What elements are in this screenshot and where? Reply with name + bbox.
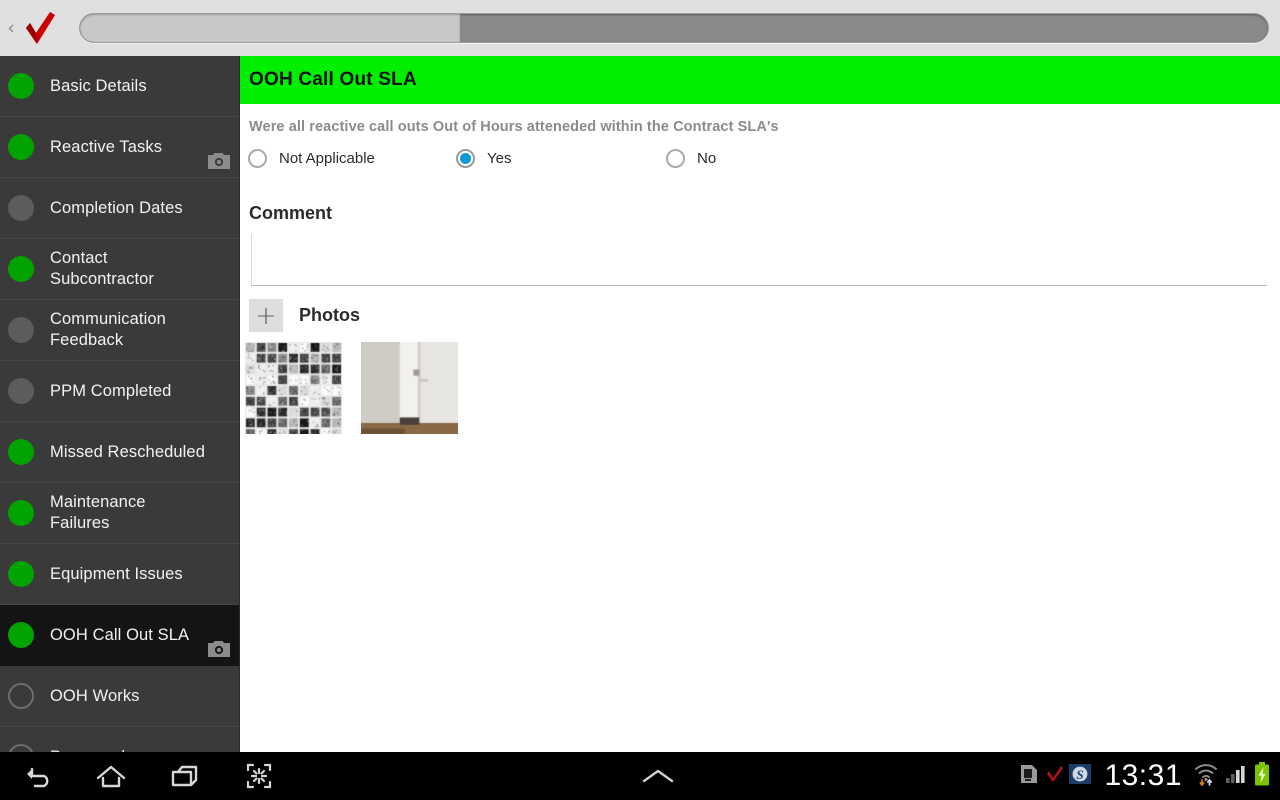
status-dot-green xyxy=(8,622,34,648)
sidebar-item-label: OOH Call Out SLA xyxy=(50,625,190,644)
question-text: Were all reactive call outs Out of Hours… xyxy=(249,119,779,135)
status-dot-green xyxy=(8,256,34,282)
s-app-notification-icon: S xyxy=(1069,763,1092,790)
status-dot-hollow xyxy=(8,683,34,709)
radio-circle-icon[interactable] xyxy=(248,149,267,168)
sidebar-item-label: Contact Subcontractor xyxy=(50,249,155,288)
status-dot-green xyxy=(8,134,34,160)
sidebar-item-label: Completion Dates xyxy=(50,198,183,217)
sidebar-item-basic-details[interactable]: Basic Details xyxy=(0,56,239,117)
svg-text:S: S xyxy=(1077,767,1084,782)
sidebar-item-label: Equipment Issues xyxy=(50,564,183,583)
status-dot-gray xyxy=(8,378,34,404)
sidebar-item-label: Basic Details xyxy=(50,76,147,95)
radio-option-label: Not Applicable xyxy=(279,150,375,167)
wifi-icon xyxy=(1193,761,1219,792)
status-dot-green xyxy=(8,500,34,526)
status-dot-gray xyxy=(8,195,34,221)
recent-apps-button[interactable] xyxy=(148,752,222,800)
photo-thumbnail-list[interactable] xyxy=(245,342,1280,434)
expand-button[interactable] xyxy=(621,763,695,789)
status-dot-green xyxy=(8,561,34,587)
mosaic-tile-wall-photo[interactable] xyxy=(245,342,342,434)
sidebar-item-label: OOH Works xyxy=(50,686,140,705)
sd-card-icon xyxy=(1019,763,1039,790)
radio-option-no[interactable]: No xyxy=(666,149,716,168)
progress-bar-fill xyxy=(80,14,461,42)
section-header-bar: OOH Call Out SLA xyxy=(240,56,1280,104)
sidebar-item-communication-feedback[interactable]: Communication Feedback xyxy=(0,300,239,361)
answer-radio-group[interactable]: Not Applicable Yes No xyxy=(240,149,1280,179)
comment-input[interactable] xyxy=(251,234,1267,286)
sidebar-item-label: Reactive Tasks xyxy=(50,137,163,156)
sidebar-item-paperwork[interactable]: Paperwork xyxy=(0,727,239,752)
page-title: OOH Call Out SLA xyxy=(249,69,417,90)
radio-option-yes[interactable]: Yes xyxy=(456,149,511,168)
status-dot-green xyxy=(8,439,34,465)
cellular-signal-icon xyxy=(1224,762,1248,791)
status-dot-hollow xyxy=(8,744,34,752)
radio-option-label: Yes xyxy=(487,150,512,167)
progress-bar xyxy=(79,13,1269,43)
red-checkmark-logo[interactable] xyxy=(17,6,61,50)
radio-circle-icon[interactable] xyxy=(456,149,475,168)
radio-option-not-applicable[interactable]: Not Applicable xyxy=(248,149,375,168)
white-door-interior-photo[interactable] xyxy=(361,342,458,434)
photos-header: + Photos xyxy=(249,299,1280,332)
red-check-notification-icon xyxy=(1044,763,1064,790)
main-content-pane: OOH Call Out SLA Were all reactive call … xyxy=(240,56,1280,752)
sidebar-item-completion-dates[interactable]: Completion Dates xyxy=(0,178,239,239)
comment-label: Comment xyxy=(249,203,333,223)
status-icon-tray: S 13:31 xyxy=(1019,759,1280,793)
sidebar-item-missed-rescheduled[interactable]: Missed Rescheduled xyxy=(0,422,239,483)
radio-selected-dot xyxy=(460,153,471,164)
radio-option-label: No xyxy=(697,150,717,167)
sidebar-item-ooh-call-out-sla[interactable]: OOH Call Out SLA xyxy=(0,605,239,666)
camera-icon xyxy=(208,152,230,169)
photos-label: Photos xyxy=(299,305,360,325)
sidebar-item-ooh-works[interactable]: OOH Works xyxy=(0,666,239,727)
sidebar-item-reactive-tasks[interactable]: Reactive Tasks xyxy=(0,117,239,178)
status-dot-green xyxy=(8,73,34,99)
sidebar-item-label: Communication Feedback xyxy=(50,310,166,349)
sidebar-item-label: PPM Completed xyxy=(50,381,172,400)
home-button[interactable] xyxy=(74,752,148,800)
sidebar-item-ppm-completed[interactable]: PPM Completed xyxy=(0,361,239,422)
camera-icon xyxy=(208,640,230,657)
screenshot-button[interactable] xyxy=(222,752,296,800)
sidebar-item-label: Missed Rescheduled xyxy=(50,442,205,461)
sidebar-item-maintenance-failures[interactable]: Maintenance Failures xyxy=(0,483,239,544)
back-button[interactable] xyxy=(0,752,74,800)
status-clock: 13:31 xyxy=(1104,759,1183,792)
status-dot-gray xyxy=(8,317,34,343)
sidebar-item-label: Maintenance Failures xyxy=(50,493,146,532)
nav-spacer-left xyxy=(296,752,621,800)
section-sidebar[interactable]: Basic Details Reactive Tasks Completion Da… xyxy=(0,56,240,752)
battery-charging-icon xyxy=(1253,761,1271,792)
add-photo-button[interactable]: + xyxy=(249,299,283,332)
sidebar-item-equipment-issues[interactable]: Equipment Issues xyxy=(0,544,239,605)
sidebar-item-contact-subcontractor[interactable]: Contact Subcontractor xyxy=(0,239,239,300)
radio-circle-icon[interactable] xyxy=(666,149,685,168)
system-navigation-bar: S 13:31 xyxy=(0,752,1280,800)
app-top-bar: ‹ xyxy=(0,0,1280,56)
